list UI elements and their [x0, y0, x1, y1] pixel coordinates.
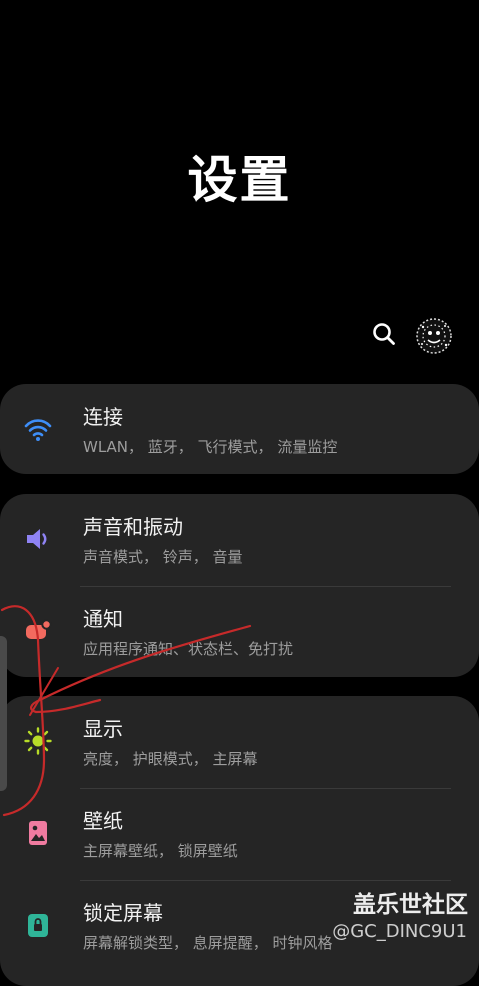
settings-item-subtitle: 主屏幕壁纸， 锁屏壁纸 [83, 842, 238, 860]
settings-item-subtitle: 声音模式， 铃声， 音量 [83, 548, 243, 566]
watermark-brand: 盖乐世社区 [353, 892, 468, 918]
settings-card-connections: 连接 WLAN， 蓝牙， 飞行模式， 流量监控 [0, 384, 479, 474]
page-title: 设置 [187, 151, 292, 209]
notification-badge-icon [26, 619, 52, 639]
account-avatar[interactable] [415, 317, 453, 355]
edge-panel-handle[interactable] [0, 636, 7, 791]
settings-item-subtitle: WLAN， 蓝牙， 飞行模式， 流量监控 [83, 438, 338, 456]
speaker-icon [27, 529, 47, 549]
lock-icon [28, 914, 48, 937]
settings-item-sound[interactable]: 声音和振动 声音模式， 铃声， 音量 [0, 494, 479, 584]
settings-item-wallpaper[interactable]: 壁纸 主屏幕壁纸， 锁屏壁纸 [0, 788, 479, 878]
settings-item-subtitle: 屏幕解锁类型， 息屏提醒， 时钟风格 [83, 934, 333, 952]
settings-item-title: 连接 [83, 405, 123, 429]
settings-item-subtitle: 应用程序通知、状态栏、免打扰 [83, 640, 294, 658]
wallpaper-icon [29, 821, 47, 845]
settings-card-sound-notifications: 声音和振动 声音模式， 铃声， 音量 通知 应用程序通知、状态栏、免打扰 [0, 494, 479, 677]
brightness-icon [24, 727, 52, 755]
settings-item-title: 壁纸 [83, 809, 123, 833]
search-icon [373, 323, 395, 345]
settings-card-display: 显示 亮度， 护眼模式， 主屏幕 壁纸 主屏幕壁纸， 锁屏壁纸 锁定屏幕 屏幕解… [0, 696, 479, 986]
settings-item-connections[interactable]: 连接 WLAN， 蓝牙， 飞行模式， 流量监控 [0, 384, 479, 474]
settings-item-notifications[interactable]: 通知 应用程序通知、状态栏、免打扰 [0, 586, 479, 676]
settings-item-display[interactable]: 显示 亮度， 护眼模式， 主屏幕 [0, 696, 479, 786]
search-button[interactable] [370, 320, 398, 348]
wifi-icon [24, 419, 52, 441]
settings-item-title: 通知 [83, 607, 123, 631]
watermark-user: @GC_DINC9U1 [332, 921, 467, 942]
settings-item-subtitle: 亮度， 护眼模式， 主屏幕 [83, 750, 258, 768]
avatar-icon [416, 318, 452, 354]
settings-item-title: 锁定屏幕 [83, 901, 163, 925]
settings-item-title: 声音和振动 [83, 515, 183, 539]
settings-item-title: 显示 [83, 717, 123, 741]
